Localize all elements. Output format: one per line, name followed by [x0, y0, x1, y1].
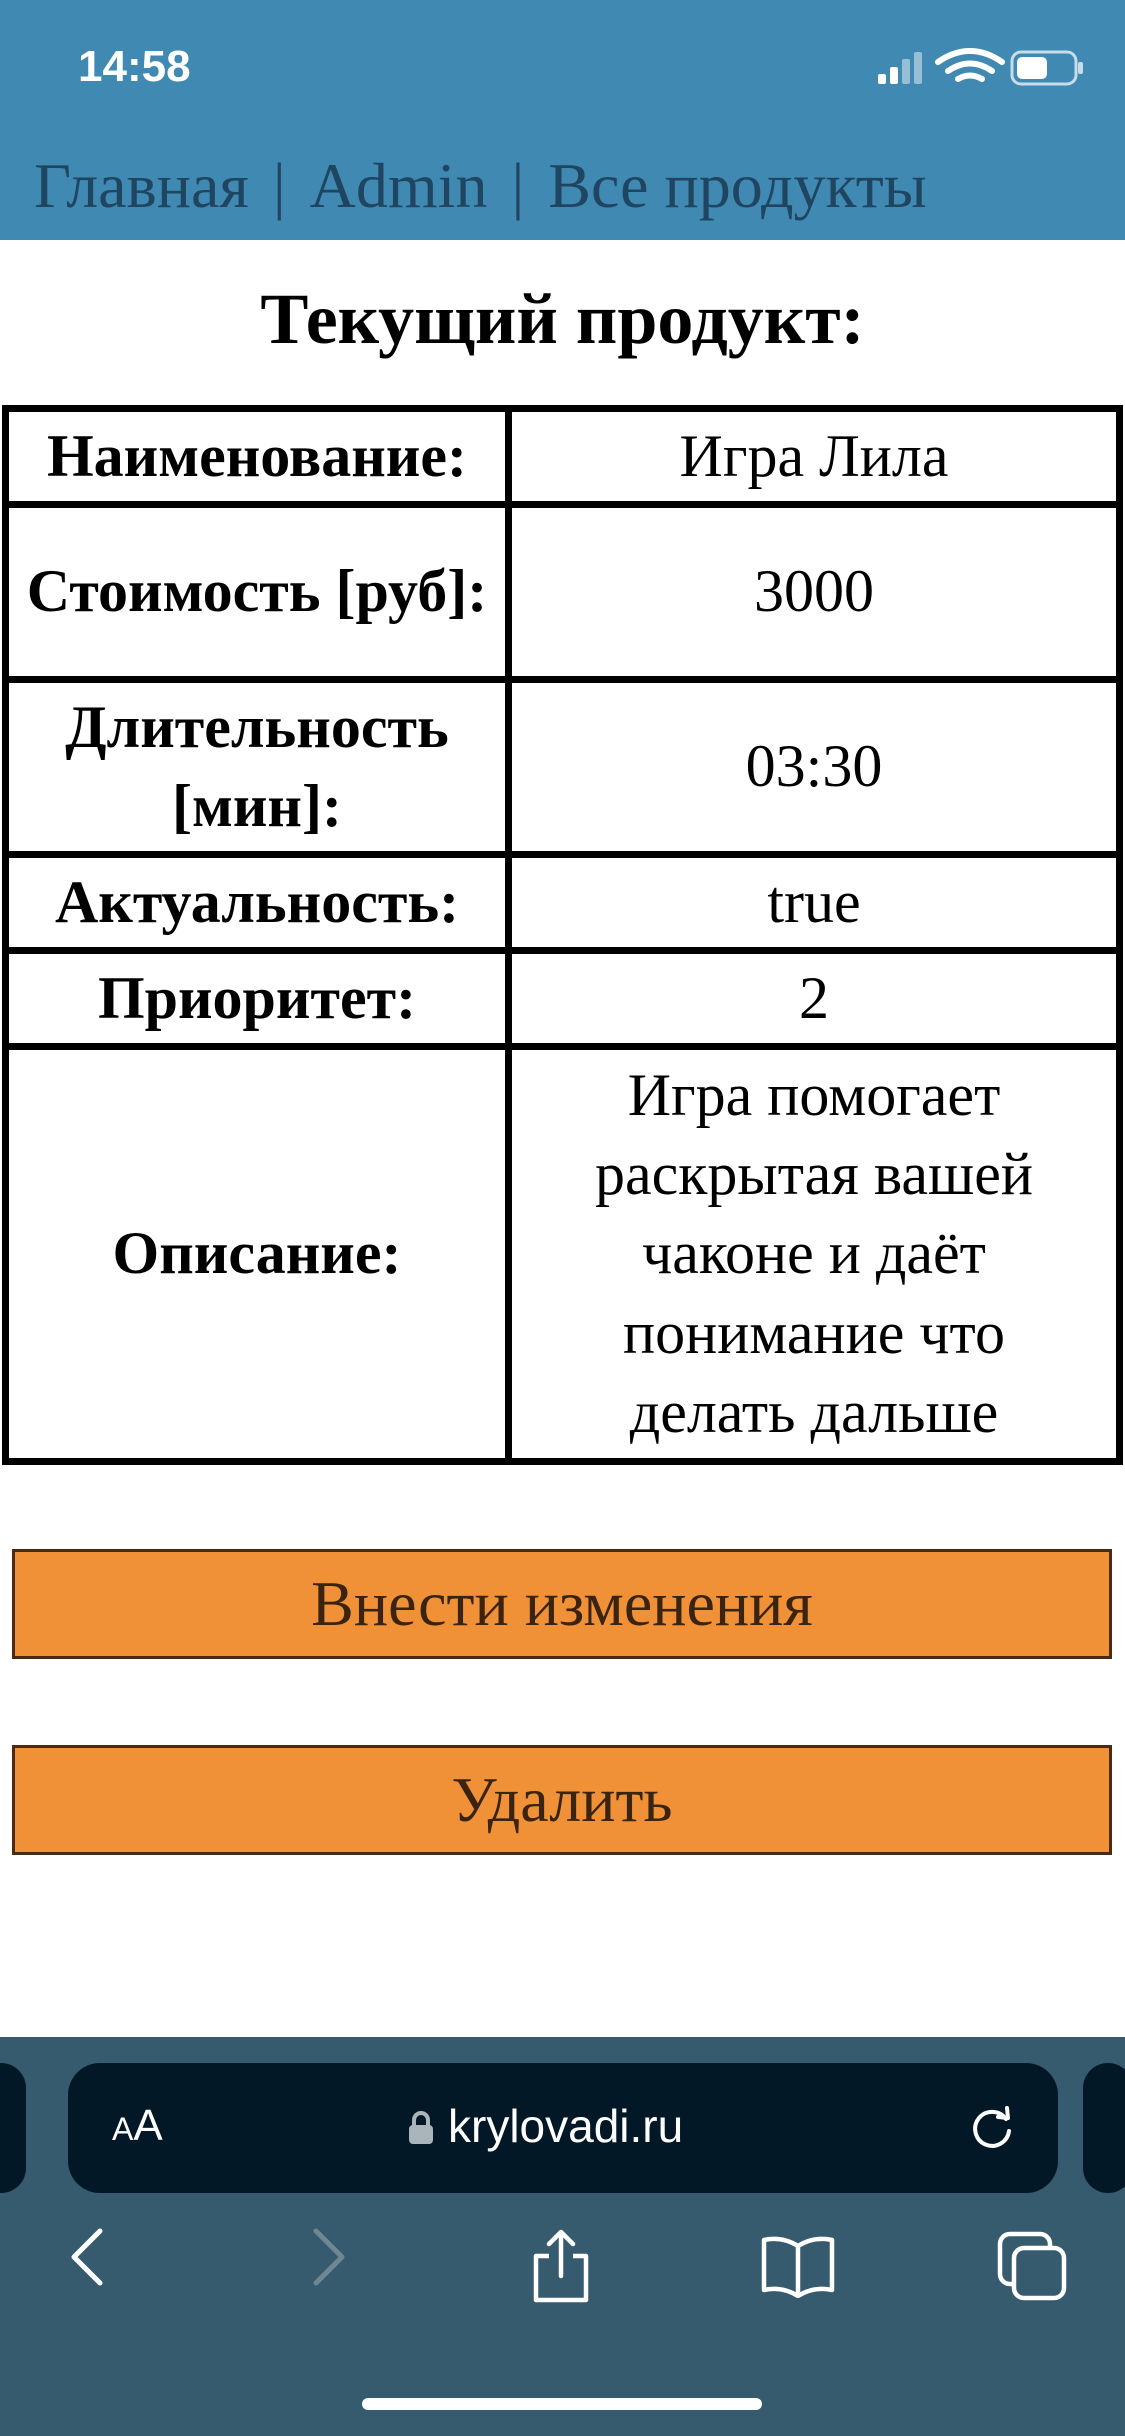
row-label: Длительность [мин]: — [2, 676, 512, 858]
tabs-icon[interactable] — [996, 2230, 1068, 2302]
row-value: Игра помогает раскрытая вашей чаконе и д… — [505, 1043, 1123, 1465]
table-row: Приоритет: 2 — [2, 947, 1123, 1050]
table-row: Наименование: Игра Лила — [2, 405, 1123, 508]
row-label: Приоритет: — [2, 947, 512, 1050]
next-tab-edge[interactable] — [1083, 2063, 1125, 2193]
table-row: Стоимость [руб]: 3000 — [2, 501, 1123, 683]
nav-link-admin[interactable]: Admin — [310, 150, 488, 221]
row-value: Игра Лила — [505, 405, 1123, 508]
address-bar[interactable]: AA krylovadi.ru — [68, 2063, 1058, 2193]
row-value: 3000 — [505, 501, 1123, 683]
wifi-icon — [935, 48, 1005, 82]
home-indicator — [362, 2398, 762, 2410]
nav-separator: | — [511, 150, 525, 221]
row-label: Стоимость [руб]: — [2, 501, 512, 683]
product-details-table: Наименование: Игра Лила Стоимость [руб]:… — [2, 405, 1123, 1465]
lock-icon — [409, 2111, 433, 2144]
table-row: Описание: Игра помогает раскрытая вашей … — [2, 1043, 1123, 1465]
cellular-signal-icon — [878, 52, 922, 84]
row-label: Наименование: — [2, 405, 512, 508]
battery-icon — [1010, 50, 1083, 86]
row-label: Актуальность: — [2, 851, 512, 954]
back-icon[interactable] — [62, 2225, 112, 2289]
text-size-button[interactable]: AA — [112, 2101, 163, 2151]
nav-link-all-products[interactable]: Все продукты — [548, 150, 926, 221]
status-bar: 14:58 — [0, 0, 1125, 135]
edit-button[interactable]: Внести изменения — [12, 1549, 1112, 1659]
site-nav: Главная | Admin | Все продукты — [0, 135, 1125, 240]
page-title: Текущий продукт: — [260, 279, 865, 359]
nav-separator: | — [272, 150, 286, 221]
share-icon[interactable] — [528, 2228, 594, 2304]
delete-button[interactable]: Удалить — [12, 1745, 1112, 1855]
reload-icon[interactable] — [968, 2103, 1018, 2153]
table-row: Актуальность: true — [2, 851, 1123, 954]
status-time: 14:58 — [78, 42, 191, 91]
previous-tab-edge[interactable] — [0, 2063, 26, 2193]
row-value: 03:30 — [505, 676, 1123, 858]
forward-icon[interactable] — [304, 2225, 354, 2289]
bookmarks-icon[interactable] — [760, 2234, 836, 2298]
row-value: 2 — [505, 947, 1123, 1050]
table-row: Длительность [мин]: 03:30 — [2, 676, 1123, 858]
url-text: krylovadi.ru — [448, 2100, 684, 2152]
nav-link-home[interactable]: Главная — [34, 150, 249, 221]
row-label: Описание: — [2, 1043, 512, 1465]
row-value: true — [505, 851, 1123, 954]
status-icons — [878, 48, 1083, 86]
